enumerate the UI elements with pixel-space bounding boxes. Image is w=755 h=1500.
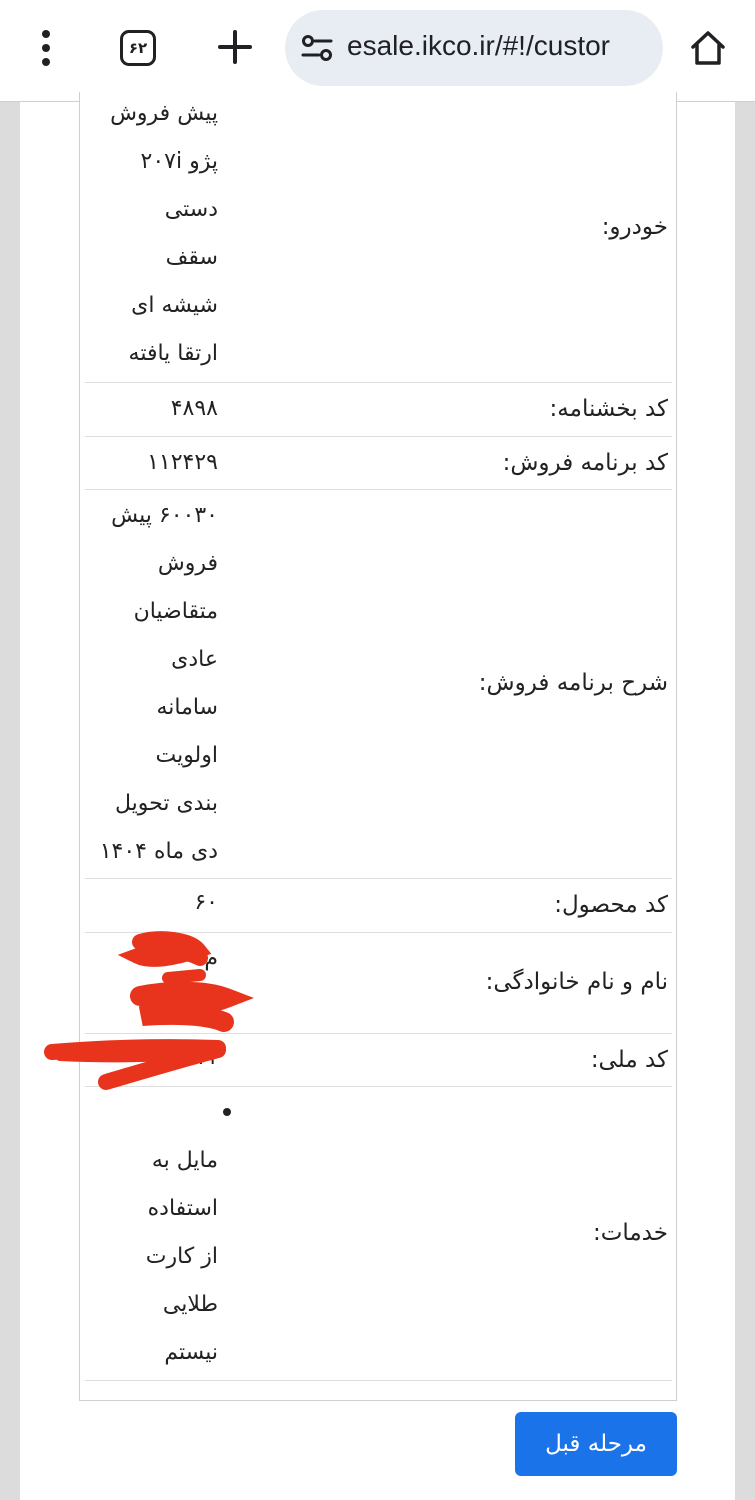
value-line: دی ماه ۱۴۰۴ [99,839,218,864]
value-line: ۱۱۱ [182,1045,218,1070]
row-circular-code: کد بخشنامه: ۴۸۹۸ [85,383,672,437]
row-car: خودرو: پیش فروش پژو ۲۰۷i دستی سقف شیشه ا… [85,92,672,383]
value-line: مایل به [151,1148,218,1173]
label-national-id: کد ملی: [590,1047,668,1073]
row-services: خدمات: مایل به استفاده از کارت طلایی نیس… [85,1087,672,1381]
more-vert-icon[interactable] [24,26,68,70]
value-line: پیش فروش [110,101,218,126]
value-line: متقاضیان [133,599,218,624]
value-line: بندی تحویل [115,791,218,816]
value-line: عادی [171,647,218,672]
value-circular-code: ۴۸۹۸ [78,385,218,433]
value-line: ۴۸۹۸ [170,396,218,421]
label-sale-program-desc: شرح برنامه فروش: [478,670,668,696]
new-tab-icon[interactable] [210,22,260,72]
value-line: فروش [157,551,218,576]
value-car: پیش فروش پژو ۲۰۷i دستی سقف شیشه ای ارتقا… [78,90,218,378]
label-product-code: کد محصول: [554,892,668,918]
value-line: م [204,994,218,1019]
value-sale-program-desc: ۶۰۰۳۰ پیش فروش متقاضیان عادی سامانه اولو… [78,492,218,876]
row-product-code: کد محصول: ۶۰ [85,879,672,933]
value-line: سقف [165,245,218,270]
address-bar[interactable]: esale.ikco.ir/#!/custor [285,10,663,86]
value-line: نیستم [164,1340,218,1365]
value-product-code: ۶۰ [78,879,218,927]
browser-toolbar: ۶۲ esale.ikco.ir/#!/custor [0,0,755,102]
value-line: سامانه [156,695,218,720]
value-sale-program-code: ۱۱۲۴۲۹ [78,439,218,487]
value-line: ۱۱۲۴۲۹ [147,450,218,475]
value-line: پژو ۲۰۷i [140,149,218,174]
value-line: اولویت [155,743,218,768]
value-line: شیشه ای [131,293,218,318]
value-line: ۶۰ [194,890,218,915]
value-national-id: ۱۱۱ [78,1034,218,1082]
value-line: م [204,946,218,971]
value-full-name: م م [78,935,218,1031]
value-services: مایل به استفاده از کارت طلایی نیستم [78,1137,218,1377]
previous-step-button[interactable]: مرحله قبل [515,1412,677,1476]
home-icon[interactable] [684,24,732,72]
page-content: خودرو: پیش فروش پژو ۲۰۷i دستی سقف شیشه ا… [20,92,735,1500]
tab-switcher-icon[interactable]: ۶۲ [116,26,160,70]
site-settings-icon[interactable] [301,34,333,62]
value-line: دستی [164,197,218,222]
row-national-id: کد ملی: ۱۱۱ [85,1034,672,1087]
order-summary-panel: خودرو: پیش فروش پژو ۲۰۷i دستی سقف شیشه ا… [79,92,677,1401]
url-text: esale.ikco.ir/#!/custor [347,30,610,61]
tab-count: ۶۲ [120,30,156,66]
label-circular-code: کد بخشنامه: [549,396,668,422]
value-line: استفاده [147,1196,218,1221]
label-sale-program-code: کد برنامه فروش: [502,450,668,476]
label-services: خدمات: [592,1220,668,1246]
value-line: ۶۰۰۳۰ پیش [111,503,218,528]
bullet-icon [223,1108,231,1116]
value-line: طلایی [162,1292,218,1317]
row-sale-program-code: کد برنامه فروش: ۱۱۲۴۲۹ [85,437,672,490]
row-sale-program-desc: شرح برنامه فروش: ۶۰۰۳۰ پیش فروش متقاضیان… [85,490,672,879]
row-full-name: نام و نام خانوادگی: م م [85,933,672,1034]
label-car: خودرو: [601,214,668,240]
value-line: ارتقا یافته [128,341,218,366]
value-line: از کارت [145,1244,218,1269]
label-full-name: نام و نام خانوادگی: [485,969,668,995]
